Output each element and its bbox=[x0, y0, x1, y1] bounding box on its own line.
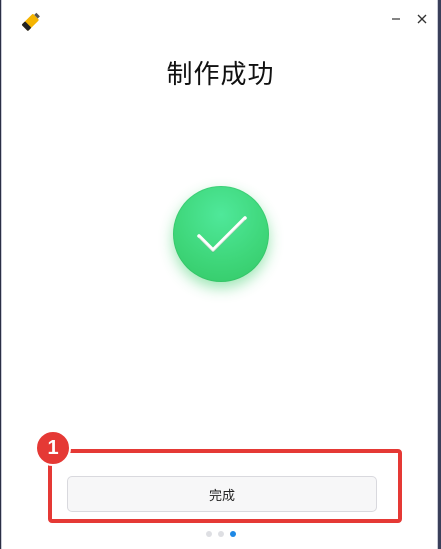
page-title: 制作成功 bbox=[166, 60, 275, 90]
minimize-icon bbox=[390, 10, 402, 29]
close-button[interactable] bbox=[411, 8, 433, 30]
annotation-highlight bbox=[48, 449, 402, 523]
page-dot-2 bbox=[218, 531, 224, 537]
minimize-button[interactable] bbox=[385, 8, 407, 30]
page-dot-1 bbox=[206, 531, 212, 537]
annotation-badge: 1 bbox=[35, 430, 71, 466]
close-icon bbox=[416, 10, 428, 29]
success-check-icon bbox=[173, 186, 269, 282]
page-dot-3 bbox=[230, 531, 236, 537]
pagination-dots bbox=[206, 531, 236, 537]
usb-drive-icon bbox=[17, 9, 43, 35]
app-window: 制作成功 完成 1 bbox=[1, 0, 438, 549]
